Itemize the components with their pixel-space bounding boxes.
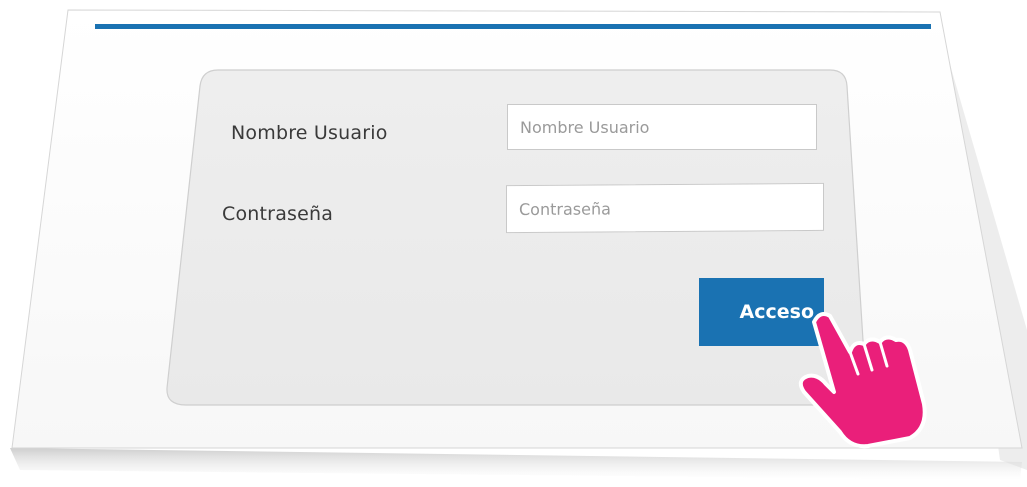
pointing-hand-icon — [790, 300, 960, 450]
login-screen: Nombre Usuario Contraseña Acceso — [0, 0, 1027, 487]
username-input[interactable] — [507, 104, 817, 150]
password-label: Contraseña — [222, 203, 334, 225]
username-label: Nombre Usuario — [231, 122, 388, 144]
password-input[interactable] — [506, 182, 824, 234]
